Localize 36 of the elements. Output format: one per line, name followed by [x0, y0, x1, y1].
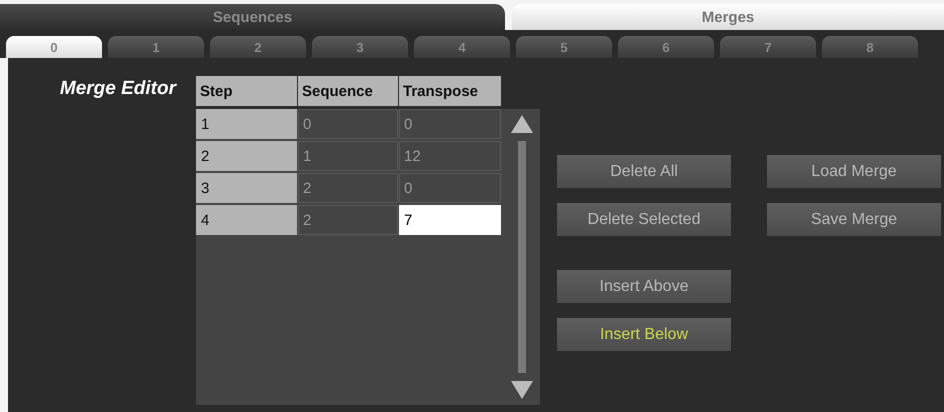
table-cell[interactable]: 3: [196, 173, 297, 203]
slot-tab[interactable]: 7: [720, 36, 816, 58]
action-button[interactable]: Insert Above: [557, 270, 731, 303]
table-cell[interactable]: 0: [298, 109, 398, 139]
action-button[interactable]: Save Merge: [767, 203, 941, 236]
slot-tab[interactable]: 8: [822, 36, 918, 58]
scroll-up-icon[interactable]: [511, 115, 533, 133]
table-cell[interactable]: 0: [399, 173, 501, 203]
slot-tab[interactable]: 3: [312, 36, 408, 58]
column-header: Step: [196, 76, 297, 106]
slot-tab[interactable]: 6: [618, 36, 714, 58]
column-header: Transpose: [399, 76, 501, 106]
table-cell[interactable]: 0: [399, 109, 501, 139]
editor-title: Merge Editor: [58, 77, 178, 100]
action-button[interactable]: Delete Selected: [557, 203, 731, 236]
mode-tab[interactable]: Merges: [512, 4, 944, 30]
scrollbar-track[interactable]: [518, 141, 526, 373]
action-button[interactable]: Delete All: [557, 155, 731, 188]
slot-tab[interactable]: 0: [6, 36, 102, 58]
table-cell[interactable]: 12: [399, 141, 501, 171]
table-cell[interactable]: 4: [196, 205, 297, 235]
slot-tab[interactable]: 4: [414, 36, 510, 58]
slot-tab[interactable]: 5: [516, 36, 612, 58]
table-cell[interactable]: 2: [298, 173, 398, 203]
table-cell[interactable]: 2: [298, 205, 398, 235]
column-header: Sequence: [298, 76, 398, 106]
table-cell[interactable]: 7: [399, 205, 501, 235]
table-cell[interactable]: 2: [196, 141, 297, 171]
action-button[interactable]: Load Merge: [767, 155, 941, 188]
slot-tab[interactable]: 2: [210, 36, 306, 58]
table-cell[interactable]: 1: [298, 141, 398, 171]
slot-tab[interactable]: 1: [108, 36, 204, 58]
scroll-down-icon[interactable]: [511, 381, 533, 399]
action-button[interactable]: Insert Below: [557, 318, 731, 351]
mode-tab[interactable]: Sequences: [0, 4, 505, 30]
table-cell[interactable]: 1: [196, 109, 297, 139]
